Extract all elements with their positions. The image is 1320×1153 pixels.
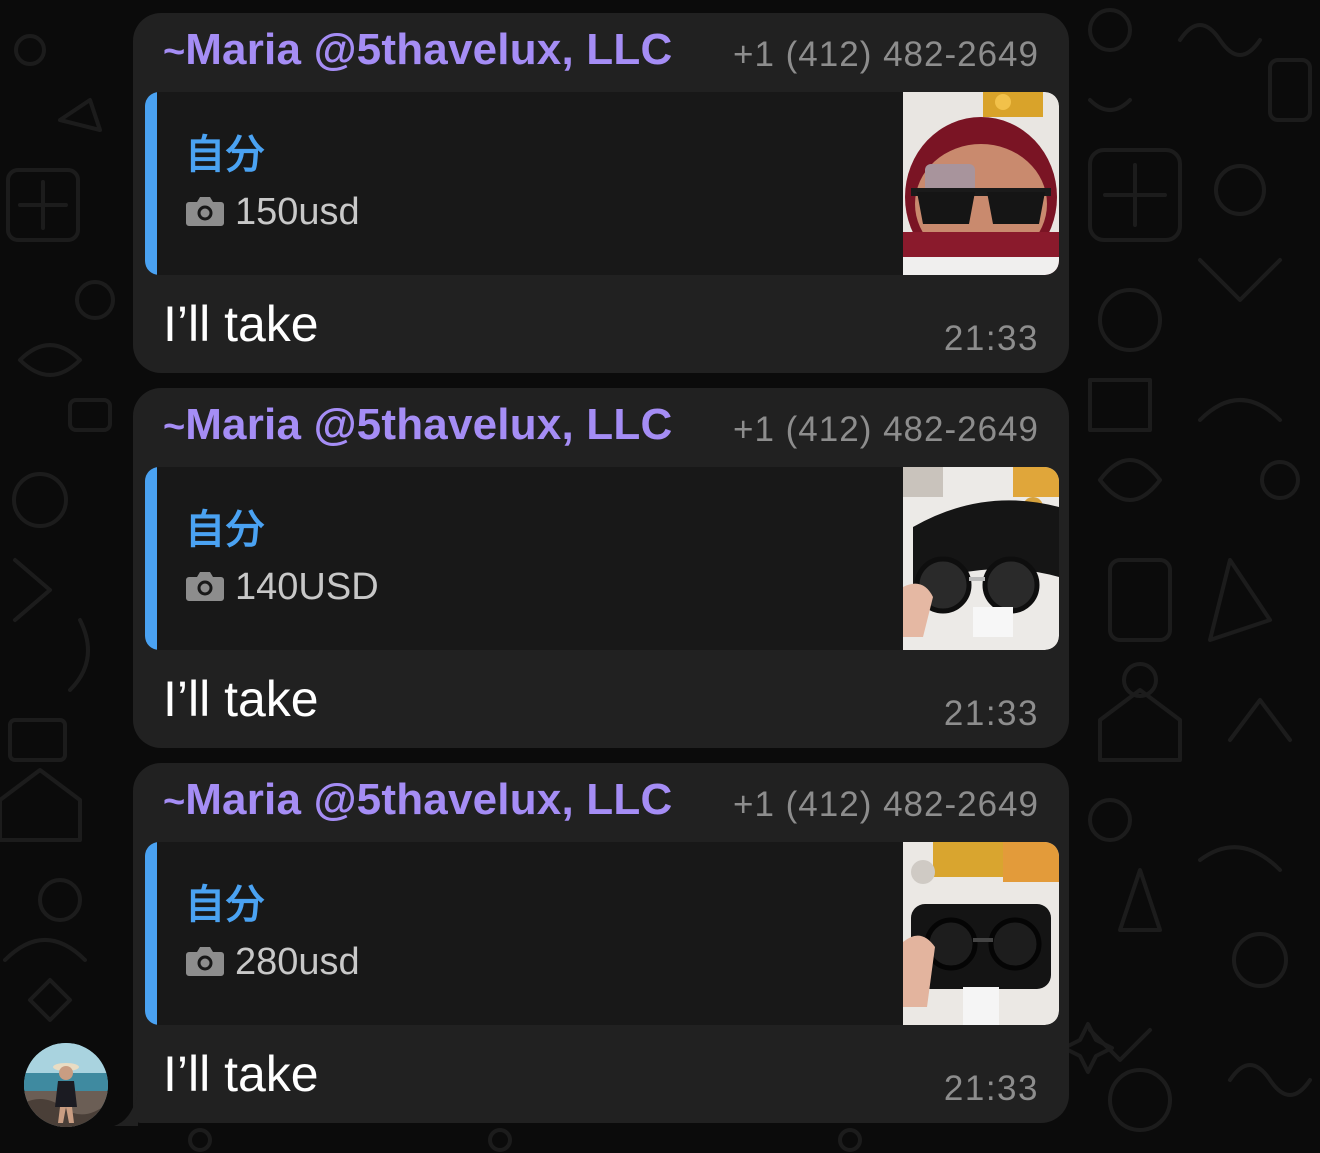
sender-name[interactable]: Maria @5thavelux, LLC [185,25,672,74]
reply-text: 140USD [235,566,379,608]
reply-accent-bar [145,842,157,1025]
reply-caption: 280usd [185,941,360,984]
camera-icon [186,946,224,976]
reply-quote[interactable]: 自分 150usd [145,92,1059,275]
message-time: 21:33 [943,694,1039,733]
sunglasses-photo-thumbnail [903,467,1059,650]
reply-text: 280usd [235,941,360,983]
sender-prefix: ~ [163,31,186,73]
reply-author: 自分 [185,883,265,927]
sunglasses-photo-thumbnail [903,842,1059,1025]
reply-author: 自分 [185,508,265,552]
user-avatar-photo [24,1043,108,1127]
message-bubble[interactable]: ~Maria @5thavelux, LLC +1 (412) 482-2649… [133,763,1069,1123]
reply-thumbnail[interactable] [903,467,1059,650]
reply-text: 150usd [235,191,360,233]
camera-icon [186,571,224,601]
message-text: I’ll take [163,1046,319,1102]
message-text: I’ll take [163,671,319,727]
sender-phone: +1 (412) 482-2649 [733,35,1039,74]
sender-header: ~Maria @5thavelux, LLC +1 (412) 482-2649 [163,775,1039,835]
sender-name[interactable]: Maria @5thavelux, LLC [185,775,672,824]
sender-header: ~Maria @5thavelux, LLC +1 (412) 482-2649 [163,400,1039,460]
message-time: 21:33 [943,319,1039,358]
reply-accent-bar [145,92,157,275]
sender-name[interactable]: Maria @5thavelux, LLC [185,400,672,449]
reply-caption: 140USD [185,566,379,609]
message-bubble[interactable]: ~Maria @5thavelux, LLC +1 (412) 482-2649… [133,388,1069,748]
reply-quote[interactable]: 自分 140USD [145,467,1059,650]
reply-quote[interactable]: 自分 280usd [145,842,1059,1025]
sender-prefix: ~ [163,406,186,448]
camera-icon [186,196,224,226]
message-bubble[interactable]: ~Maria @5thavelux, LLC +1 (412) 482-2649… [133,13,1069,373]
avatar[interactable] [24,1043,108,1127]
message-time: 21:33 [943,1069,1039,1108]
sender-header: ~Maria @5thavelux, LLC +1 (412) 482-2649 [163,25,1039,85]
bubble-tail [114,1092,138,1126]
reply-thumbnail[interactable] [903,92,1059,275]
sender-phone: +1 (412) 482-2649 [733,785,1039,824]
reply-accent-bar [145,467,157,650]
reply-author: 自分 [185,133,265,177]
reply-thumbnail[interactable] [903,842,1059,1025]
sender-prefix: ~ [163,781,186,823]
reply-caption: 150usd [185,191,360,234]
sender-phone: +1 (412) 482-2649 [733,410,1039,449]
sunglasses-photo-thumbnail [903,92,1059,275]
message-text: I’ll take [163,296,319,352]
